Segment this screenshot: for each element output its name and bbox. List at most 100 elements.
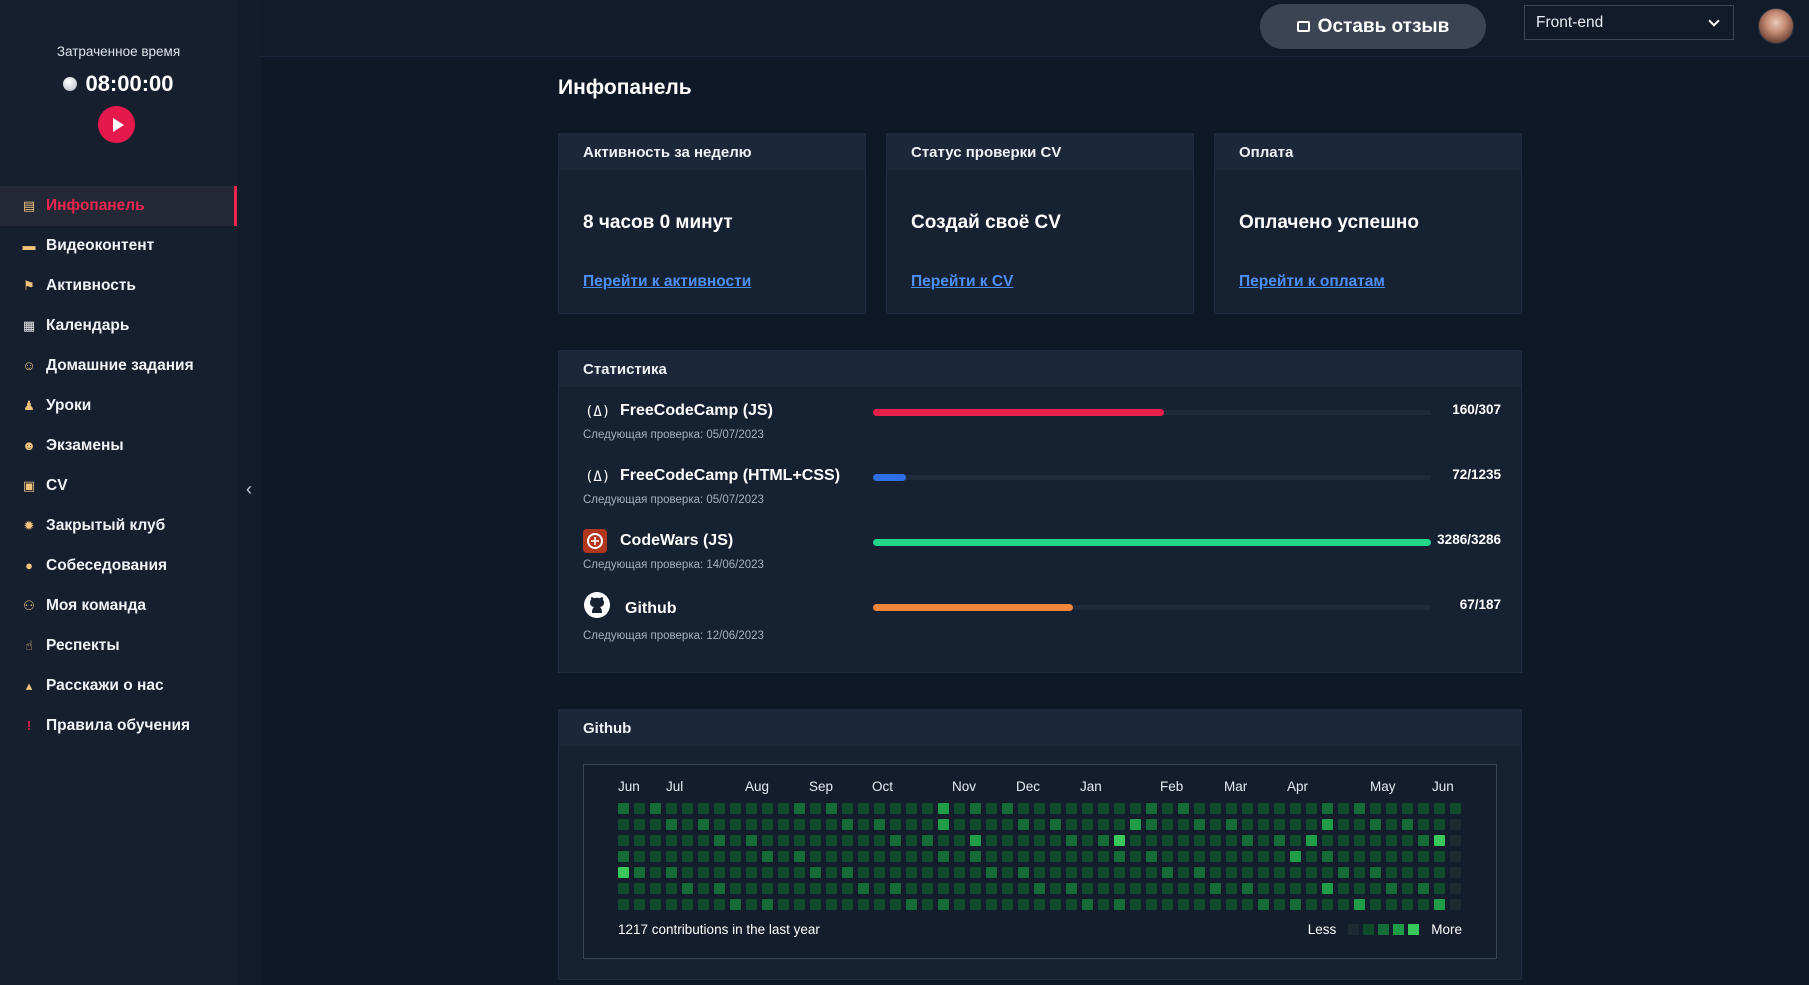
contribution-cell[interactable]: [698, 867, 709, 878]
contribution-cell[interactable]: [682, 867, 693, 878]
contribution-cell[interactable]: [1210, 835, 1221, 846]
contribution-cell[interactable]: [906, 899, 917, 910]
contribution-cell[interactable]: [906, 851, 917, 862]
contribution-cell[interactable]: [1434, 851, 1445, 862]
contribution-cell[interactable]: [1242, 851, 1253, 862]
contribution-cell[interactable]: [1450, 835, 1461, 846]
contribution-cell[interactable]: [1066, 867, 1077, 878]
contribution-cell[interactable]: [650, 851, 661, 862]
contribution-cell[interactable]: [970, 819, 981, 830]
contribution-cell[interactable]: [634, 899, 645, 910]
sidebar-item[interactable]: ! Правила обучения: [0, 706, 237, 746]
contribution-cell[interactable]: [1226, 867, 1237, 878]
contribution-cell[interactable]: [922, 867, 933, 878]
contribution-cell[interactable]: [858, 899, 869, 910]
contribution-cell[interactable]: [1354, 883, 1365, 894]
contribution-cell[interactable]: [890, 851, 901, 862]
contribution-cell[interactable]: [874, 883, 885, 894]
contribution-cell[interactable]: [954, 867, 965, 878]
contribution-cell[interactable]: [1370, 819, 1381, 830]
contribution-cell[interactable]: [1322, 835, 1333, 846]
contribution-cell[interactable]: [1146, 835, 1157, 846]
contribution-cell[interactable]: [618, 803, 629, 814]
contribution-cell[interactable]: [1306, 883, 1317, 894]
sidebar-item[interactable]: ☻ Экзамены: [0, 426, 237, 466]
contribution-cell[interactable]: [714, 867, 725, 878]
contribution-cell[interactable]: [1418, 835, 1429, 846]
contribution-cell[interactable]: [1450, 867, 1461, 878]
contribution-cell[interactable]: [1178, 851, 1189, 862]
contribution-cell[interactable]: [986, 867, 997, 878]
contribution-cell[interactable]: [1098, 899, 1109, 910]
contribution-cell[interactable]: [1098, 851, 1109, 862]
contribution-cell[interactable]: [1290, 851, 1301, 862]
contribution-cell[interactable]: [890, 835, 901, 846]
contribution-cell[interactable]: [1098, 867, 1109, 878]
sidebar-item[interactable]: ▴ Расскажи о нас: [0, 666, 237, 706]
contribution-cell[interactable]: [810, 835, 821, 846]
contribution-cell[interactable]: [1162, 819, 1173, 830]
contribution-cell[interactable]: [1130, 883, 1141, 894]
contribution-cell[interactable]: [1194, 899, 1205, 910]
contribution-cell[interactable]: [618, 819, 629, 830]
sidebar-item[interactable]: ▬ Видеоконтент: [0, 226, 237, 266]
contribution-cell[interactable]: [1274, 851, 1285, 862]
contribution-cell[interactable]: [762, 819, 773, 830]
contribution-cell[interactable]: [1178, 867, 1189, 878]
contribution-cell[interactable]: [922, 851, 933, 862]
contribution-cell[interactable]: [858, 867, 869, 878]
contribution-cell[interactable]: [794, 867, 805, 878]
contribution-cell[interactable]: [938, 899, 949, 910]
contribution-cell[interactable]: [1402, 835, 1413, 846]
contribution-cell[interactable]: [938, 867, 949, 878]
contribution-cell[interactable]: [730, 851, 741, 862]
contribution-cell[interactable]: [1386, 883, 1397, 894]
contribution-cell[interactable]: [1290, 819, 1301, 830]
contribution-cell[interactable]: [1050, 883, 1061, 894]
contribution-cell[interactable]: [778, 899, 789, 910]
contribution-cell[interactable]: [1130, 803, 1141, 814]
contribution-cell[interactable]: [1434, 899, 1445, 910]
contribution-cell[interactable]: [986, 835, 997, 846]
contribution-cell[interactable]: [1210, 851, 1221, 862]
contribution-cell[interactable]: [906, 803, 917, 814]
contribution-cell[interactable]: [730, 803, 741, 814]
contribution-cell[interactable]: [1082, 819, 1093, 830]
contribution-cell[interactable]: [634, 835, 645, 846]
contribution-cell[interactable]: [1322, 883, 1333, 894]
contribution-cell[interactable]: [714, 803, 725, 814]
contribution-cell[interactable]: [938, 835, 949, 846]
contribution-cell[interactable]: [714, 883, 725, 894]
contribution-cell[interactable]: [1258, 851, 1269, 862]
contribution-cell[interactable]: [1338, 819, 1349, 830]
contribution-cell[interactable]: [794, 819, 805, 830]
contribution-cell[interactable]: [1018, 819, 1029, 830]
contribution-cell[interactable]: [970, 803, 981, 814]
contribution-cell[interactable]: [1162, 899, 1173, 910]
contribution-cell[interactable]: [1354, 899, 1365, 910]
contribution-cell[interactable]: [1258, 867, 1269, 878]
contribution-cell[interactable]: [986, 819, 997, 830]
contribution-cell[interactable]: [874, 899, 885, 910]
contribution-cell[interactable]: [1162, 883, 1173, 894]
contribution-cell[interactable]: [762, 803, 773, 814]
contribution-cell[interactable]: [1450, 883, 1461, 894]
contribution-cell[interactable]: [1210, 899, 1221, 910]
contribution-cell[interactable]: [810, 819, 821, 830]
contribution-cell[interactable]: [1194, 835, 1205, 846]
contribution-cell[interactable]: [1018, 851, 1029, 862]
contribution-cell[interactable]: [1386, 819, 1397, 830]
contribution-cell[interactable]: [650, 883, 661, 894]
sidebar-item[interactable]: ✹ Закрытый клуб: [0, 506, 237, 546]
contribution-cell[interactable]: [746, 803, 757, 814]
contribution-cell[interactable]: [1002, 819, 1013, 830]
payments-link[interactable]: Перейти к оплатам: [1239, 273, 1385, 291]
contribution-cell[interactable]: [1066, 819, 1077, 830]
contribution-cell[interactable]: [1322, 867, 1333, 878]
contribution-cell[interactable]: [1306, 867, 1317, 878]
contribution-cell[interactable]: [794, 851, 805, 862]
contribution-cell[interactable]: [1274, 835, 1285, 846]
contribution-cell[interactable]: [970, 883, 981, 894]
contribution-cell[interactable]: [1082, 803, 1093, 814]
avatar[interactable]: [1758, 8, 1794, 44]
